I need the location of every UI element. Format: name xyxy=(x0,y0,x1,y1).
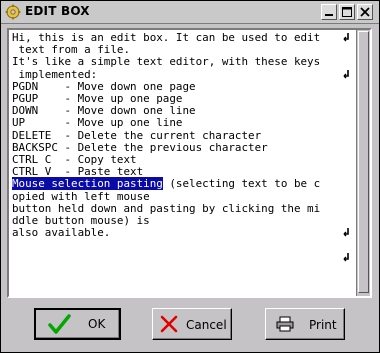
line-wrap-icon xyxy=(343,253,349,262)
window-title: EDIT BOX xyxy=(25,4,90,18)
text-editor[interactable]: Hi, this is an edit box. It can be used … xyxy=(12,32,348,294)
ok-button[interactable]: OK xyxy=(34,308,121,340)
print-button[interactable]: Print xyxy=(265,308,345,340)
app-gear-icon[interactable] xyxy=(5,4,21,20)
editor-line: Mouse selection pasting (selecting text … xyxy=(12,177,348,191)
editor-line: also available. xyxy=(12,226,111,240)
maximize-button[interactable] xyxy=(339,4,355,20)
cancel-label: Cancel xyxy=(186,318,227,332)
editor-line: opied with left mouse xyxy=(12,189,150,203)
title-bar[interactable]: EDIT BOX xyxy=(1,1,379,24)
close-icon xyxy=(360,7,370,17)
minimize-button[interactable] xyxy=(321,4,337,20)
editor-line: DELETE - Delete the current character xyxy=(12,128,262,142)
scrollbar-thumb[interactable] xyxy=(358,31,369,293)
line-wrap-icon xyxy=(343,70,349,79)
line-wrap-icon xyxy=(343,228,349,237)
edit-box-window: EDIT BOX Hi, this is an edit box. It can… xyxy=(0,0,380,353)
close-button[interactable] xyxy=(357,4,373,20)
cancel-button[interactable]: Cancel xyxy=(152,308,232,340)
maximize-icon xyxy=(342,7,352,17)
minimize-icon xyxy=(325,14,333,16)
checkmark-icon xyxy=(48,314,71,334)
editor-line-text: (selecting text to be c xyxy=(162,177,321,191)
ok-label: OK xyxy=(88,317,106,331)
edit-box-frame: Hi, this is an edit box. It can be used … xyxy=(7,28,372,298)
wrap-marker-column xyxy=(343,32,353,294)
editor-line: It's like a simple text editor, with the… xyxy=(12,55,321,69)
editor-line: UP - Move up one line xyxy=(12,116,183,130)
print-label: Print xyxy=(309,318,337,332)
selected-text: Mouse selection pasting xyxy=(12,177,163,191)
printer-icon xyxy=(276,316,294,332)
editor-line: implemented: xyxy=(12,67,98,81)
cross-icon xyxy=(160,315,178,333)
vertical-scrollbar[interactable] xyxy=(356,30,370,296)
line-wrap-icon xyxy=(343,33,349,42)
